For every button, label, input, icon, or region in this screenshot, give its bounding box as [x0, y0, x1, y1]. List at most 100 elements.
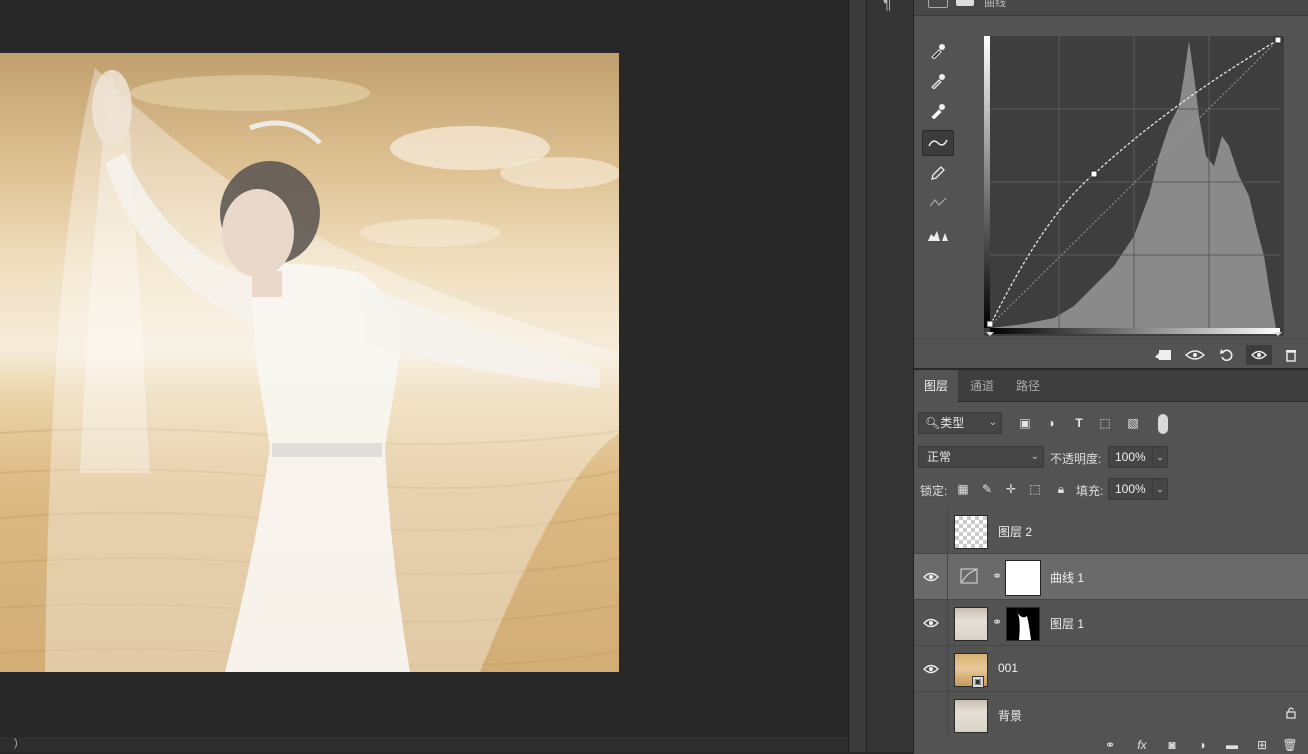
blend-mode-select[interactable]: 正常 ⌄	[918, 446, 1044, 468]
fill-dropdown-icon[interactable]: ⌄	[1152, 478, 1168, 500]
layer-name: 曲线 1	[1050, 571, 1085, 585]
lock-image-icon[interactable]: ✎	[978, 480, 996, 498]
histogram-warning-icon[interactable]	[922, 222, 954, 248]
layer-name: 背景	[998, 709, 1023, 723]
curve-point-mid[interactable]	[1090, 170, 1098, 178]
lock-transparent-icon[interactable]: ▦	[954, 480, 972, 498]
type-filter-icon[interactable]: T	[1070, 414, 1088, 432]
layer-name: 001	[998, 661, 1019, 675]
lock-all-icon[interactable]: 🔒︎	[1052, 480, 1070, 498]
properties-title: 曲线	[984, 0, 1006, 9]
layer-thumbnail	[954, 607, 988, 641]
opacity-field[interactable]: 100%	[1108, 446, 1154, 468]
curve-point-white[interactable]	[1274, 36, 1282, 44]
smooth-icon[interactable]	[922, 190, 954, 216]
eye-icon	[922, 662, 939, 677]
curves-graph[interactable]	[984, 36, 1284, 336]
bride-photo	[0, 53, 619, 672]
output-gradient	[984, 36, 990, 328]
layer-row[interactable]: ⚭ 曲线 1	[914, 554, 1308, 600]
clip-to-layer-icon[interactable]	[1150, 345, 1176, 365]
link-icon[interactable]: ⚭	[992, 569, 1002, 583]
link-icon[interactable]: ⚭	[992, 615, 1002, 629]
blend-row: 正常 ⌄ 不透明度: 100% ⌄	[914, 444, 1308, 470]
input-gradient	[990, 328, 1280, 334]
eyedropper-black-icon[interactable]	[922, 38, 954, 64]
mask-icon[interactable]	[956, 0, 974, 6]
opacity-dropdown-icon[interactable]: ⌄	[1152, 446, 1168, 468]
new-group-icon[interactable]: ▬	[1222, 736, 1242, 754]
visibility-toggle[interactable]	[914, 508, 948, 554]
lock-row: 锁定: ▦ ✎ ✛ ⬚ 🔒︎ 填充: 100% ⌄	[914, 476, 1308, 502]
lock-position-icon[interactable]: ✛	[1002, 480, 1020, 498]
visibility-toggle[interactable]	[914, 692, 948, 738]
layer-thumbnail	[954, 515, 988, 549]
visibility-icon[interactable]	[1246, 345, 1272, 365]
layer-name: 图层 2	[998, 525, 1033, 539]
visibility-toggle[interactable]	[914, 646, 948, 692]
filter-toggle[interactable]	[1158, 414, 1168, 434]
canvas-area[interactable]: )	[0, 0, 848, 752]
document-image[interactable]	[0, 53, 619, 672]
paragraph-icon[interactable]: ¶	[883, 0, 892, 14]
tab-paths[interactable]: 路径	[1006, 370, 1050, 402]
layer-style-icon[interactable]: fx	[1132, 736, 1152, 754]
shape-filter-icon[interactable]: ⬚	[1096, 414, 1114, 432]
eyedropper-white-icon[interactable]	[922, 98, 954, 124]
status-bar: )	[0, 737, 848, 752]
filter-type-select[interactable]: 🔍︎类型 ⌄	[918, 412, 1002, 434]
delete-layer-icon[interactable]: 🗑︎	[1280, 736, 1300, 754]
visibility-toggle[interactable]	[914, 600, 948, 646]
layers-panel: 图层 通道 路径 🔍︎类型 ⌄ ▣ ◑ T ⬚ ▧ 正常 ⌄ 不透明度: 100…	[914, 368, 1308, 754]
filter-row: 🔍︎类型 ⌄ ▣ ◑ T ⬚ ▧	[914, 410, 1308, 436]
eyedropper-gray-icon[interactable]	[922, 68, 954, 94]
view-previous-icon[interactable]	[1182, 345, 1208, 365]
tab-channels[interactable]: 通道	[960, 370, 1004, 402]
properties-header: 曲线	[914, 0, 1308, 16]
layer-row[interactable]: ▣ 001	[914, 646, 1308, 692]
lock-artboard-icon[interactable]: ⬚	[1026, 480, 1044, 498]
smart-object-icon: ▣	[972, 676, 984, 688]
blend-mode-label: 正常	[927, 450, 952, 464]
filter-type-label: 类型	[940, 416, 965, 430]
visibility-toggle[interactable]	[914, 554, 948, 600]
reset-icon[interactable]	[1214, 345, 1240, 365]
pencil-icon[interactable]	[922, 160, 954, 186]
search-icon: 🔍︎	[925, 416, 941, 430]
chevron-down-icon: ⌄	[1030, 451, 1039, 462]
tab-layers[interactable]: 图层	[914, 370, 959, 402]
fill-field[interactable]: 100%	[1108, 478, 1154, 500]
layer-list: 图层 2 ⚭ 曲线 1 ⚭ 图层 1 ▣ 001 背景	[914, 508, 1308, 738]
link-layers-icon[interactable]: ⚭	[1100, 736, 1120, 754]
lock-icon[interactable]	[1286, 707, 1296, 722]
add-mask-icon[interactable]: ◙	[1162, 736, 1182, 754]
curves-adjustment-icon	[960, 568, 980, 586]
properties-panel: 曲线	[914, 0, 1308, 368]
eye-icon	[922, 616, 939, 631]
curve-point-black[interactable]	[986, 320, 994, 328]
panel-divider[interactable]	[848, 0, 866, 752]
lock-label: 锁定:	[920, 484, 948, 498]
layer-thumbnail	[954, 699, 988, 733]
pixel-filter-icon[interactable]: ▣	[1016, 414, 1034, 432]
collapsed-panel-strip: ¶	[866, 0, 914, 752]
properties-footer	[914, 338, 1308, 368]
adjustment-filter-icon[interactable]: ◑	[1042, 414, 1060, 432]
eye-icon	[922, 570, 939, 585]
chevron-down-icon: ⌄	[988, 417, 997, 428]
layer-name: 图层 1	[1050, 617, 1085, 631]
adjustment-icon[interactable]	[928, 0, 948, 8]
layer-mask-thumbnail[interactable]	[1006, 607, 1040, 641]
status-caret: )	[14, 737, 18, 749]
curve-edit-icon[interactable]	[922, 130, 954, 156]
layer-mask-thumbnail[interactable]	[1005, 560, 1041, 596]
delete-icon[interactable]	[1278, 345, 1304, 365]
new-adjustment-layer-icon[interactable]: ◑	[1192, 736, 1212, 754]
layer-row[interactable]: 图层 2	[914, 508, 1308, 554]
fill-label: 填充:	[1076, 484, 1104, 498]
layer-row[interactable]: 背景	[914, 692, 1308, 738]
layers-footer: ⚭ fx ◙ ◑ ▬ ⊞ 🗑︎	[914, 734, 1308, 754]
layer-row[interactable]: ⚭ 图层 1	[914, 600, 1308, 646]
new-layer-icon[interactable]: ⊞	[1252, 736, 1272, 754]
smart-object-filter-icon[interactable]: ▧	[1124, 414, 1142, 432]
